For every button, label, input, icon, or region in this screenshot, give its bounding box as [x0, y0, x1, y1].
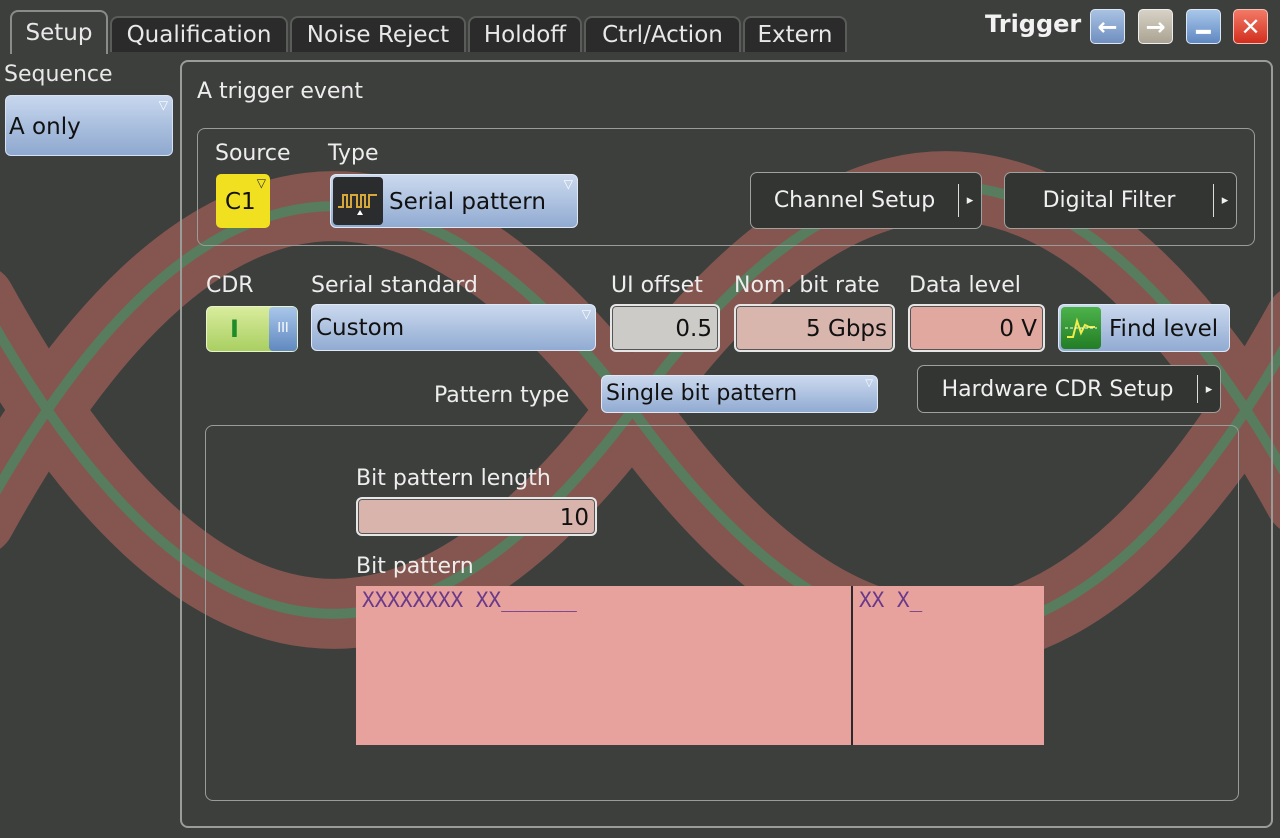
pattern-type-value: Single bit pattern: [606, 381, 798, 406]
sequence-label: Sequence: [4, 62, 113, 87]
source-label: Source: [215, 141, 291, 166]
tab-qualification[interactable]: Qualification: [110, 16, 288, 52]
serial-standard-value: Custom: [316, 315, 405, 341]
nom-bit-rate-field[interactable]: 5 Gbps: [734, 304, 895, 352]
ui-offset-label: UI offset: [611, 273, 703, 298]
type-value: Serial pattern: [389, 189, 546, 215]
tab-label: Setup: [25, 20, 93, 46]
tab-noise-reject[interactable]: Noise Reject: [290, 16, 466, 52]
hardware-cdr-setup-label: Hardware CDR Setup: [941, 376, 1174, 402]
channel-setup-label: Channel Setup: [773, 188, 936, 213]
source-dropdown[interactable]: C1 ▽: [216, 174, 270, 228]
bit-pattern-left-text: XXXXXXXX XX______: [362, 588, 577, 612]
serial-pattern-icon: [333, 177, 383, 225]
pattern-type-dropdown[interactable]: Single bit pattern ▽: [601, 375, 878, 413]
cdr-label: CDR: [206, 273, 254, 298]
tab-label: Noise Reject: [306, 22, 450, 48]
event-title: A trigger event: [197, 79, 363, 104]
tab-label: Holdoff: [483, 22, 567, 48]
data-level-label: Data level: [909, 273, 1021, 298]
arrow-right-icon: →: [1145, 12, 1166, 41]
submenu-arrow-icon: ▸: [1213, 184, 1236, 217]
pattern-divider: [851, 586, 853, 745]
bit-pattern-right-text: XX X_: [859, 588, 923, 612]
sequence-dropdown[interactable]: A only ▽: [5, 95, 173, 156]
find-level-label: Find level: [1109, 316, 1219, 342]
tab-holdoff[interactable]: Holdoff: [468, 16, 582, 52]
tab-extern[interactable]: Extern: [743, 16, 847, 52]
find-level-button[interactable]: Find level: [1058, 304, 1230, 352]
dropdown-triangle-icon: ▽: [256, 176, 266, 190]
dropdown-triangle-icon: ▽: [158, 98, 168, 112]
cdr-on-indicator: I: [230, 315, 239, 343]
close-icon: ✕: [1240, 12, 1261, 41]
sequence-value: A only: [9, 114, 81, 140]
dropdown-triangle-icon: ▽: [865, 378, 873, 389]
channel-setup-button[interactable]: Channel Setup ▸: [750, 172, 982, 229]
type-dropdown[interactable]: Serial pattern ▽: [330, 174, 578, 228]
digital-filter-button[interactable]: Digital Filter ▸: [1004, 172, 1237, 229]
serial-standard-label: Serial standard: [311, 273, 478, 298]
arrow-left-icon: ←: [1097, 12, 1118, 41]
tab-label: Ctrl/Action: [602, 22, 723, 48]
type-label: Type: [328, 141, 379, 166]
tab-label: Qualification: [126, 22, 272, 48]
cdr-off-indicator: III: [269, 307, 297, 351]
data-level-field[interactable]: 0 V: [908, 304, 1045, 352]
close-button[interactable]: ✕: [1233, 9, 1268, 44]
submenu-arrow-icon: ▸: [1197, 375, 1220, 403]
hardware-cdr-setup-button[interactable]: Hardware CDR Setup ▸: [917, 365, 1221, 413]
find-level-icon: [1061, 307, 1101, 349]
serial-standard-dropdown[interactable]: Custom ▽: [311, 304, 596, 351]
submenu-arrow-icon: ▸: [958, 184, 981, 217]
back-button[interactable]: ←: [1090, 9, 1125, 44]
source-value: C1: [225, 189, 256, 215]
minimize-button[interactable]: ━: [1186, 9, 1221, 46]
forward-button[interactable]: →: [1138, 9, 1173, 44]
dropdown-triangle-icon: ▽: [563, 177, 573, 191]
tab-setup[interactable]: Setup: [10, 10, 108, 54]
bit-pattern-editor[interactable]: XXXXXXXX XX______ XX X_: [356, 586, 1044, 745]
window-title: Trigger: [985, 10, 1082, 38]
tab-ctrl-action[interactable]: Ctrl/Action: [584, 16, 741, 52]
pattern-type-label: Pattern type: [434, 383, 570, 408]
bit-pattern-length-field[interactable]: 10: [356, 497, 597, 536]
ui-offset-field[interactable]: 0.5: [610, 304, 720, 352]
minimize-icon: ━: [1196, 17, 1211, 46]
digital-filter-label: Digital Filter: [1042, 188, 1176, 213]
tab-label: Extern: [757, 22, 833, 48]
bit-pattern-length-label: Bit pattern length: [356, 466, 551, 491]
nom-bit-rate-label: Nom. bit rate: [734, 273, 880, 298]
bit-pattern-label: Bit pattern: [356, 554, 474, 579]
dropdown-triangle-icon: ▽: [581, 307, 591, 321]
cdr-toggle[interactable]: I III: [206, 306, 298, 352]
